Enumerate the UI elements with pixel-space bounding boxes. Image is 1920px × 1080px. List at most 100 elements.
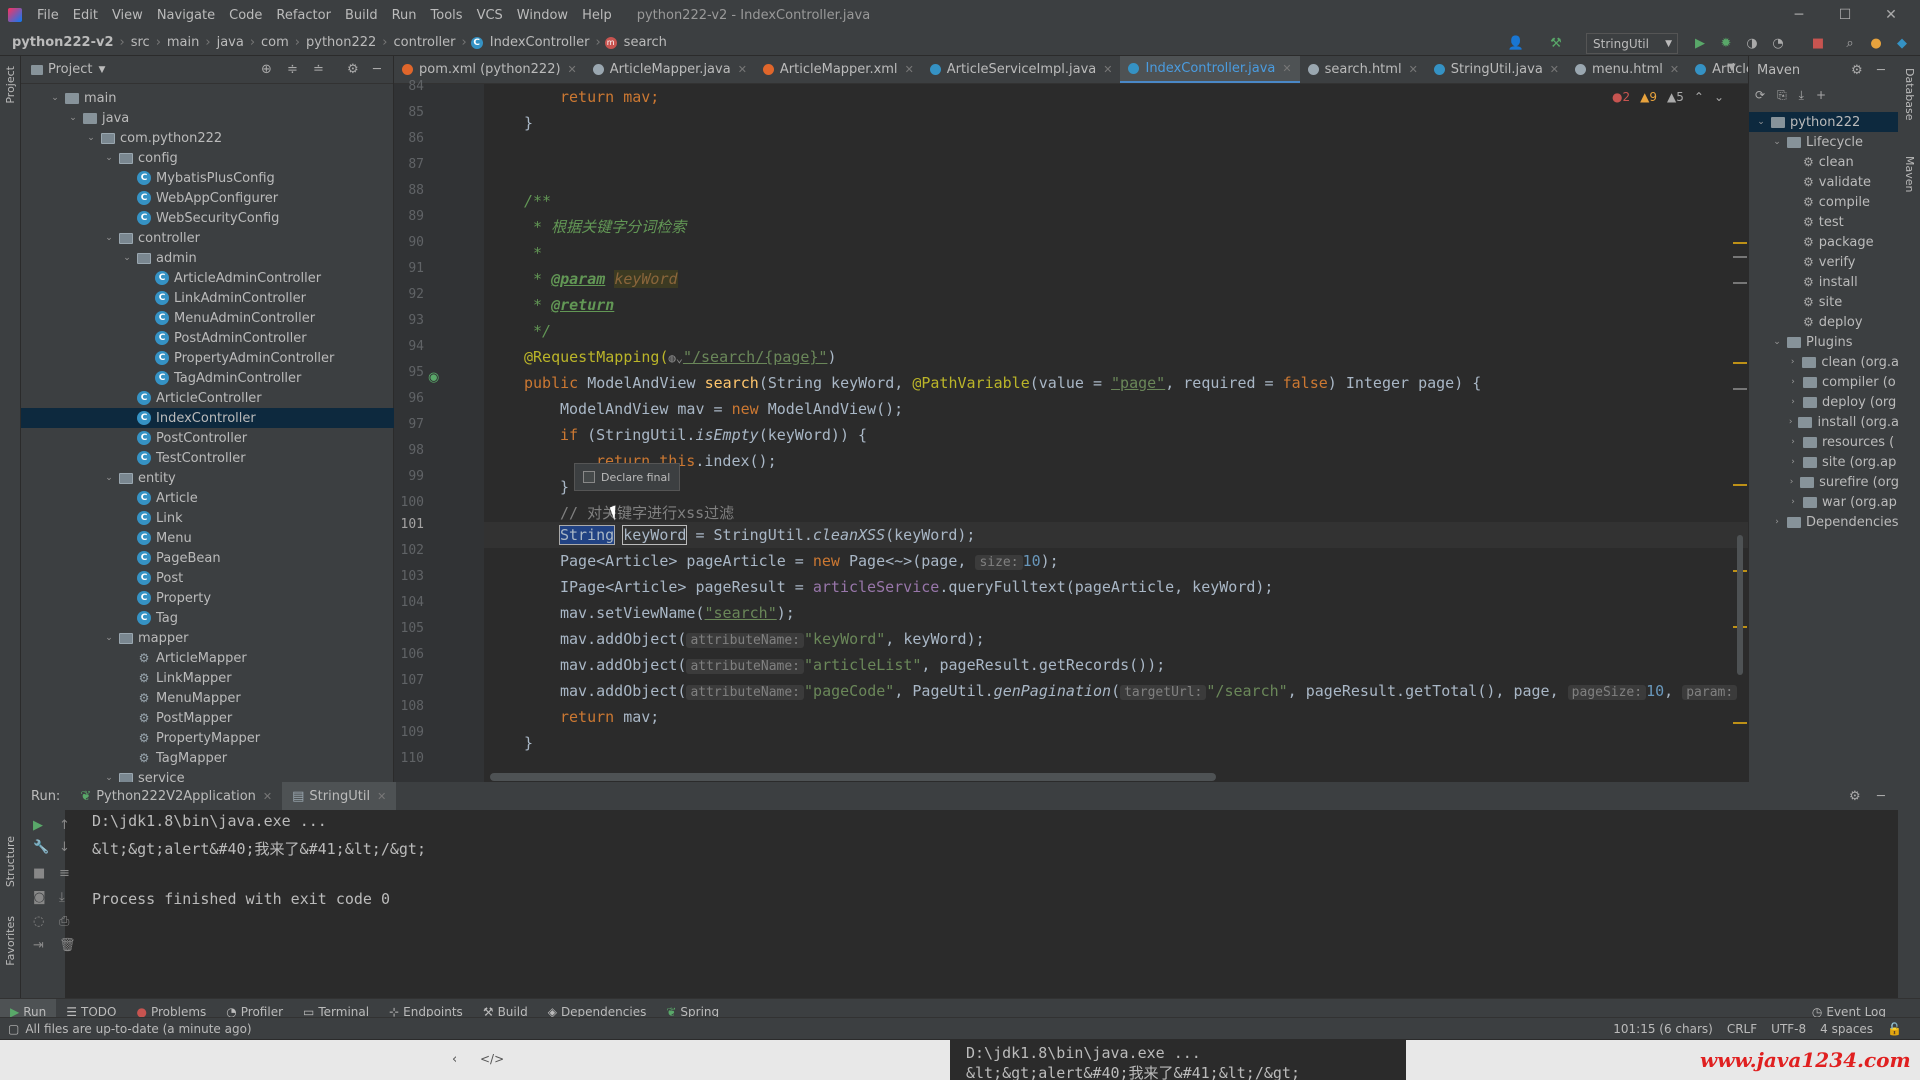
tree-item[interactable]: C Post: [21, 568, 394, 588]
info-marker[interactable]: [1733, 282, 1747, 284]
close-icon[interactable]: ✕: [1409, 63, 1418, 76]
menu-help[interactable]: Help: [575, 8, 619, 23]
exit-icon[interactable]: ◌: [33, 914, 44, 929]
breadcrumb-python222[interactable]: python222: [304, 35, 378, 50]
breadcrumb-com[interactable]: com: [259, 35, 291, 50]
declare-final-popup[interactable]: Declare final: [574, 463, 680, 491]
chevron-down-icon[interactable]: ⌄: [1714, 90, 1724, 104]
maven-tree-item[interactable]: › surefire (org: [1749, 472, 1899, 492]
chevron-right-icon[interactable]: ›: [1787, 477, 1796, 487]
maven-tree-item[interactable]: ⌄ Plugins: [1749, 332, 1899, 352]
chevron-down-icon[interactable]: ⌄: [1771, 137, 1783, 147]
chevron-down-icon[interactable]: ⌄: [103, 153, 115, 163]
breadcrumb-project[interactable]: python222-v2: [10, 35, 116, 50]
tree-item[interactable]: C ArticleController: [21, 388, 394, 408]
vertical-scrollbar[interactable]: [1737, 535, 1743, 675]
editor-tab[interactable]: StringUtil.java ✕: [1426, 56, 1567, 83]
tree-item[interactable]: C MenuAdminController: [21, 308, 394, 328]
status-square-icon[interactable]: ▢: [8, 1022, 19, 1036]
rerun-icon[interactable]: ▶: [33, 818, 43, 833]
caret-position[interactable]: 101:15 (6 chars): [1613, 1022, 1713, 1036]
tree-item[interactable]: ⚙ ArticleMapper: [21, 648, 394, 668]
warning-marker[interactable]: [1733, 484, 1747, 486]
menu-vcs[interactable]: VCS: [470, 8, 510, 23]
run-tab-python222v2application[interactable]: ❦ Python222V2Application ✕: [70, 782, 282, 810]
breadcrumb-java[interactable]: java: [215, 35, 246, 50]
menu-edit[interactable]: Edit: [66, 8, 105, 23]
stop-icon[interactable]: ■: [33, 866, 45, 881]
tree-item[interactable]: C PostController: [21, 428, 394, 448]
gear-icon[interactable]: ⚙: [1849, 789, 1861, 804]
gear-icon[interactable]: ⚙: [347, 62, 359, 77]
warning-marker[interactable]: [1733, 242, 1747, 244]
line-separator[interactable]: CRLF: [1727, 1022, 1757, 1036]
declare-final-checkbox[interactable]: [583, 471, 595, 483]
favorites-tool-label[interactable]: Favorites: [4, 916, 17, 966]
chevron-right-icon[interactable]: ›: [1787, 377, 1799, 387]
tree-item[interactable]: ⚙ LinkMapper: [21, 668, 394, 688]
locate-icon[interactable]: ⊕: [261, 62, 272, 77]
up-icon[interactable]: ↑: [59, 818, 70, 833]
editor-tab[interactable]: IndexController.java ✕: [1120, 56, 1300, 83]
chevron-right-icon[interactable]: ›: [1787, 397, 1799, 407]
back-icon[interactable]: ‹: [452, 1052, 457, 1067]
menu-window[interactable]: Window: [510, 8, 575, 23]
menu-navigate[interactable]: Navigate: [150, 8, 222, 23]
print-icon[interactable]: ⎙: [59, 914, 69, 929]
maven-tree-item[interactable]: › install (org.a: [1749, 412, 1899, 432]
chevron-down-icon[interactable]: ⌄: [1771, 337, 1783, 347]
horizontal-scrollbar[interactable]: [490, 773, 1216, 781]
run-config-select[interactable]: StringUtil ▼: [1586, 33, 1678, 54]
menu-file[interactable]: File: [30, 8, 66, 23]
editor-tab[interactable]: ArticleServiceImpl.java ✕: [922, 56, 1121, 83]
pin-icon[interactable]: ⇥: [33, 938, 44, 953]
minimize-icon[interactable]: ─: [1776, 0, 1822, 30]
editor-tab[interactable]: menu.html ✕: [1567, 56, 1687, 83]
tree-item[interactable]: ⌄ admin: [21, 248, 394, 268]
collapse-all-icon[interactable]: ≐: [313, 62, 324, 77]
chevron-right-icon[interactable]: ›: [1787, 437, 1799, 447]
info-marker[interactable]: [1733, 256, 1747, 258]
tree-item[interactable]: ⚙ PostMapper: [21, 708, 394, 728]
breadcrumb-search[interactable]: search: [622, 35, 669, 50]
tree-item[interactable]: C TagAdminController: [21, 368, 394, 388]
tree-item[interactable]: ⌄ main: [21, 88, 394, 108]
tree-item[interactable]: C WebSecurityConfig: [21, 208, 394, 228]
search-icon[interactable]: ⌕: [1840, 33, 1860, 53]
maximize-icon[interactable]: ☐: [1822, 0, 1868, 30]
indent-setting[interactable]: 4 spaces: [1820, 1022, 1873, 1036]
maven-tree-item[interactable]: ⚙ install: [1749, 272, 1899, 292]
hide-icon[interactable]: ─: [373, 62, 381, 77]
breadcrumb-controller[interactable]: controller: [392, 35, 458, 50]
menu-view[interactable]: View: [105, 8, 150, 23]
maven-tree-item[interactable]: ⌄ python222: [1749, 112, 1899, 132]
maven-tree-item[interactable]: › site (org.ap: [1749, 452, 1899, 472]
tree-item[interactable]: C Article: [21, 488, 394, 508]
tree-item[interactable]: C TestController: [21, 448, 394, 468]
generate-sources-icon[interactable]: ⎘: [1777, 88, 1787, 103]
maven-tree-item[interactable]: › resources (: [1749, 432, 1899, 452]
update-icon[interactable]: ●: [1866, 33, 1886, 53]
chevron-right-icon[interactable]: ›: [1787, 357, 1798, 367]
soft-wrap-icon[interactable]: ≡: [59, 866, 70, 881]
chevron-down-icon[interactable]: ⌄: [103, 233, 115, 243]
expand-all-icon[interactable]: ≑: [287, 62, 298, 77]
tree-item[interactable]: C Menu: [21, 528, 394, 548]
editor-tab[interactable]: ArticleMapper.xml ✕: [755, 56, 922, 83]
toolbox-icon[interactable]: ◆: [1892, 33, 1912, 53]
maven-tree-item[interactable]: ⚙ site: [1749, 292, 1899, 312]
inspection-widget[interactable]: ●2 ▲9 ▲5 ⌃ ⌄: [1612, 90, 1724, 104]
tree-item[interactable]: ⌄ java: [21, 108, 394, 128]
maven-tree-item[interactable]: › compiler (o: [1749, 372, 1899, 392]
debug-icon[interactable]: ✹: [1716, 33, 1736, 53]
tree-item[interactable]: ⌄ config: [21, 148, 394, 168]
chevron-down-icon[interactable]: ⌄: [67, 113, 79, 123]
run-tab-stringutil[interactable]: ▤ StringUtil ✕: [282, 782, 397, 810]
file-encoding[interactable]: UTF-8: [1771, 1022, 1806, 1036]
maven-tree-item[interactable]: › war (org.ap: [1749, 492, 1899, 512]
maven-tree-item[interactable]: ⚙ test: [1749, 212, 1899, 232]
chevron-right-icon[interactable]: ›: [1787, 497, 1799, 507]
close-icon[interactable]: ✕: [1550, 63, 1559, 76]
camera-icon[interactable]: ◙: [33, 890, 46, 905]
close-icon[interactable]: ✕: [1282, 62, 1291, 75]
